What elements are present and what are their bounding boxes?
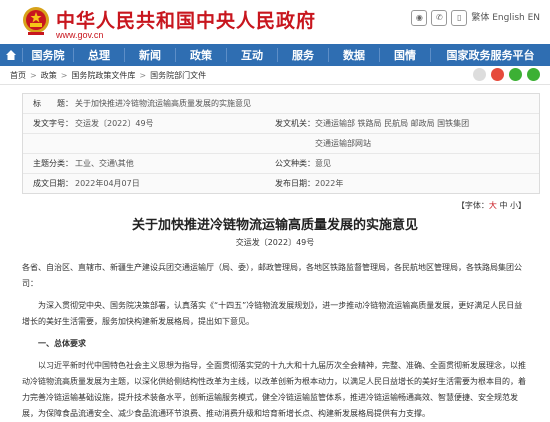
breadcrumb-policy[interactable]: 政策 — [41, 70, 57, 81]
published-date-value: 2022年 — [315, 179, 344, 188]
docnum-label: 发文字号： — [33, 119, 73, 128]
paragraph-intro: 为深入贯彻党中央、国务院决策部署，认真落实《“十四五”冷链物流发展规划》，进一步… — [22, 301, 523, 326]
title-value: 关于加快推进冷链物流运输高质量发展的实施意见 — [75, 99, 251, 108]
weibo-icon[interactable]: ◉ — [411, 10, 428, 26]
language-links[interactable]: 繁体 English EN — [471, 10, 540, 26]
breadcrumb: 首页 > 政策 > 国务院政策文件库 > 国务院部门文件 — [0, 66, 550, 85]
weibo-share-icon[interactable] — [491, 68, 504, 81]
site-header: 中华人民共和国中央人民政府 www.gov.cn ◉ ✆ ▯ 繁体 Englis… — [0, 0, 550, 44]
mobile-icon[interactable]: ▯ — [451, 10, 468, 26]
share-bar — [473, 68, 540, 81]
home-icon — [6, 50, 16, 60]
type-label: 公文种类： — [275, 159, 315, 168]
issuer-value: 交通运输部 铁路局 民航局 邮政局 国铁集团 — [315, 119, 470, 128]
document-body: 各省、自治区、直辖市、新疆生产建设兵团交通运输厅（局、委），邮政管理局，各地区铁… — [22, 260, 528, 422]
print-icon[interactable] — [473, 68, 486, 81]
document-title: 关于加快推进冷链物流运输高质量发展的实施意见 — [131, 218, 418, 233]
breadcrumb-policy-library[interactable]: 国务院政策文件库 — [71, 70, 135, 81]
nav-item-news[interactable]: 新闻 — [125, 44, 175, 66]
nav-item-premier[interactable]: 总理 — [74, 44, 124, 66]
wechat-icon[interactable]: ✆ — [431, 10, 448, 26]
type-value: 意见 — [315, 159, 331, 168]
font-small-button[interactable]: 小 — [510, 201, 518, 210]
docnum-value: 交运发〔2022〕49号 — [75, 119, 154, 128]
main-nav: 国务院 总理 新闻 政策 互动 服务 数据 国情 国家政务服务平台 — [0, 44, 550, 66]
issuer2-value: 交通运输部网站 — [315, 139, 371, 148]
qzone-share-icon[interactable] — [527, 68, 540, 81]
font-mid-button[interactable]: 中 — [499, 201, 507, 210]
document-info-table: 标 题： 关于加快推进冷链物流运输高质量发展的实施意见 发文字号： 交运发〔20… — [22, 93, 540, 194]
nav-item-interaction[interactable]: 互动 — [227, 44, 277, 66]
nav-item-policy[interactable]: 政策 — [176, 44, 226, 66]
breadcrumb-department-docs[interactable]: 国务院部门文件 — [150, 70, 206, 81]
paragraph-general-requirements: 以习近平新时代中国特色社会主义思想为指导，全面贯彻落实党的十九大和十九届历次全会… — [22, 361, 526, 418]
site-url[interactable]: www.gov.cn — [56, 30, 103, 40]
issuer-label: 发文机关： — [275, 119, 315, 128]
font-size-control: 【字体：大 中 小】 — [456, 201, 526, 210]
written-date-label: 成文日期： — [33, 179, 73, 188]
nav-item-gov-service-platform[interactable]: 国家政务服务平台 — [431, 44, 550, 66]
wechat-share-icon[interactable] — [509, 68, 522, 81]
site-title[interactable]: 中华人民共和国中央人民政府 — [56, 6, 316, 33]
breadcrumb-home[interactable]: 首页 — [10, 70, 26, 81]
addressees: 各省、自治区、直辖市、新疆生产建设兵团交通运输厅（局、委），邮政管理局，各地区铁… — [22, 263, 522, 288]
topic-value: 工业、交通\其他 — [75, 159, 134, 168]
section-heading: 一、总体要求 — [38, 339, 86, 348]
nav-item-data[interactable]: 数据 — [329, 44, 379, 66]
national-emblem-icon — [23, 7, 49, 35]
title-label: 标 题： — [33, 99, 73, 108]
document-number: 交运发〔2022〕49号 — [235, 238, 315, 247]
written-date-value: 2022年04月07日 — [75, 179, 140, 188]
topic-label: 主题分类： — [33, 159, 73, 168]
nav-item-national-info[interactable]: 国情 — [380, 44, 430, 66]
nav-item-service[interactable]: 服务 — [278, 44, 328, 66]
font-large-button[interactable]: 大 — [489, 201, 497, 210]
nav-home[interactable] — [0, 44, 22, 66]
nav-item-state-council[interactable]: 国务院 — [23, 44, 73, 66]
published-date-label: 发布日期： — [275, 179, 315, 188]
